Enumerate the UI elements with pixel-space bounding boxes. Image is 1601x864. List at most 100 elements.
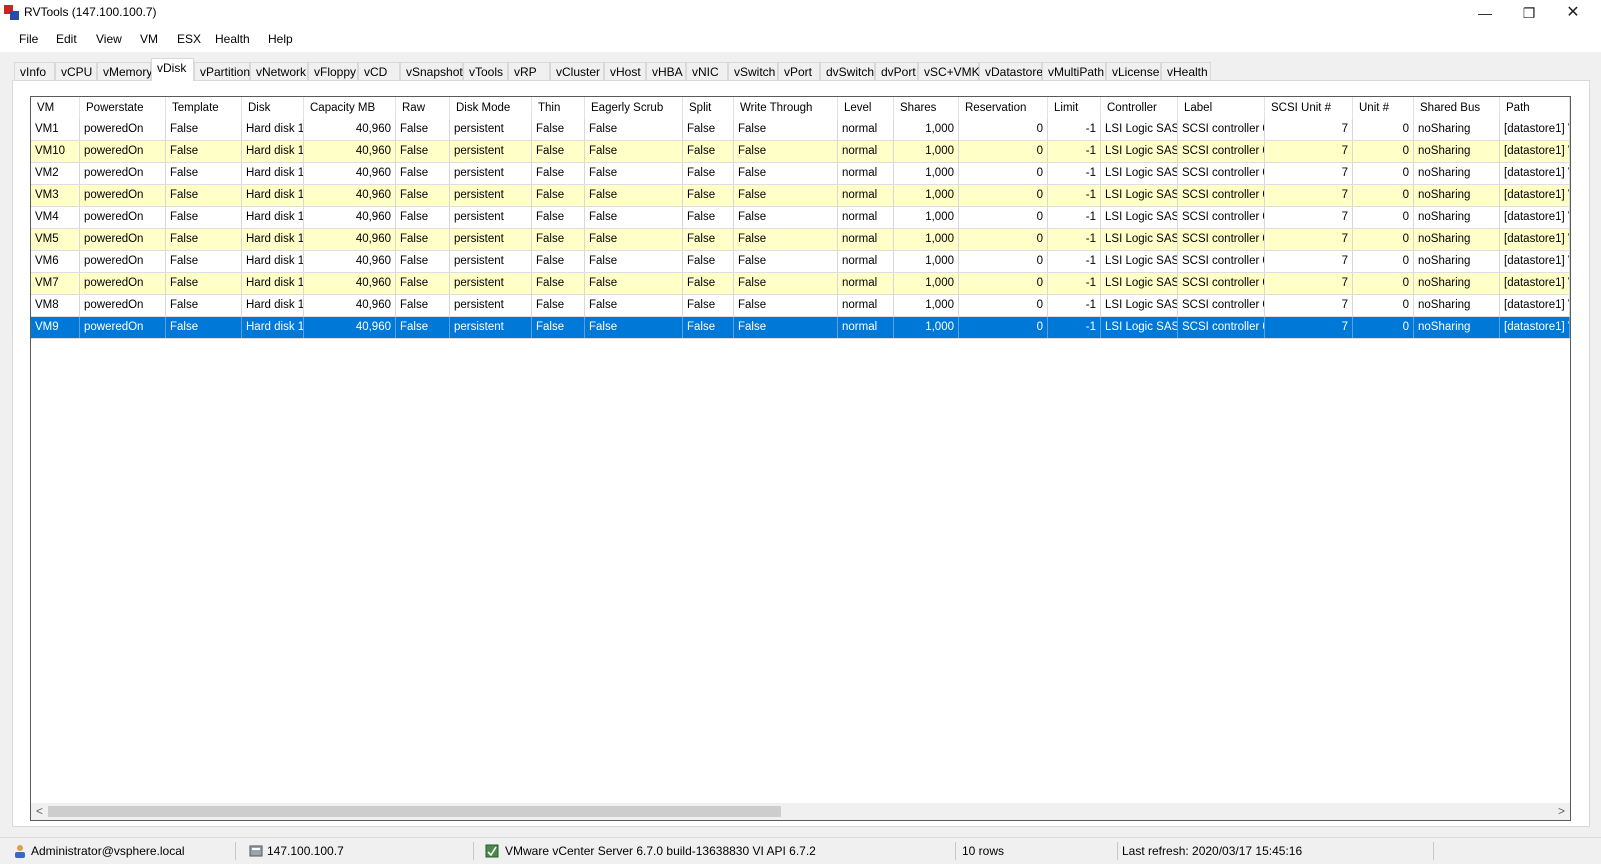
table-cell[interactable]: -1 [1048, 119, 1101, 140]
table-cell[interactable]: False [734, 317, 838, 338]
table-cell[interactable]: SCSI controller 0 [1178, 185, 1265, 206]
table-cell[interactable]: Hard disk 1 [242, 141, 304, 162]
tab-vhealth[interactable]: vHealth [1161, 62, 1211, 80]
table-cell[interactable]: SCSI controller 0 [1178, 229, 1265, 250]
menu-file[interactable]: File [19, 32, 38, 46]
table-cell[interactable]: 0 [959, 251, 1048, 272]
table-cell[interactable]: -1 [1048, 141, 1101, 162]
table-cell[interactable]: -1 [1048, 185, 1101, 206]
close-icon[interactable]: ✕ [1551, 0, 1595, 26]
tab-vnic[interactable]: vNIC [686, 62, 728, 80]
table-cell[interactable]: Hard disk 1 [242, 185, 304, 206]
scroll-right-icon[interactable]: > [1553, 803, 1570, 820]
table-cell[interactable]: 40,960 [304, 295, 396, 316]
table-cell[interactable]: LSI Logic SAS [1101, 295, 1178, 316]
table-row[interactable]: VM5 poweredOn False Hard disk 1 40,960 False p… [31, 229, 1570, 251]
table-cell[interactable]: noSharing [1414, 251, 1500, 272]
table-cell[interactable]: normal [838, 251, 894, 272]
table-cell[interactable]: noSharing [1414, 141, 1500, 162]
column-header[interactable]: VM [31, 97, 80, 119]
table-cell[interactable]: poweredOn [80, 229, 166, 250]
table-cell[interactable]: False [396, 185, 450, 206]
menu-edit[interactable]: Edit [56, 32, 77, 46]
table-cell[interactable]: False [396, 119, 450, 140]
table-cell[interactable]: False [585, 207, 683, 228]
tab-vswitch[interactable]: vSwitch [728, 62, 778, 80]
table-cell[interactable]: False [683, 141, 734, 162]
table-cell[interactable]: persistent [450, 229, 532, 250]
table-cell[interactable]: persistent [450, 251, 532, 272]
column-header[interactable]: Raw [396, 97, 450, 119]
table-cell[interactable]: False [532, 141, 585, 162]
table-cell[interactable]: 0 [1353, 295, 1414, 316]
table-cell[interactable]: SCSI controller 0 [1178, 251, 1265, 272]
table-cell[interactable]: persistent [450, 163, 532, 184]
table-cell[interactable]: False [585, 185, 683, 206]
column-header[interactable]: Path [1500, 97, 1570, 119]
table-cell[interactable]: False [734, 207, 838, 228]
table-cell[interactable]: 40,960 [304, 229, 396, 250]
table-cell[interactable]: 0 [1353, 141, 1414, 162]
table-cell[interactable]: LSI Logic SAS [1101, 251, 1178, 272]
table-row[interactable]: VM6 poweredOn False Hard disk 1 40,960 False p… [31, 251, 1570, 273]
table-cell[interactable]: False [532, 273, 585, 294]
table-cell[interactable]: poweredOn [80, 141, 166, 162]
menu-esx[interactable]: ESX [177, 32, 201, 46]
tab-vcd[interactable]: vCD [358, 62, 400, 80]
table-cell[interactable]: persistent [450, 141, 532, 162]
table-cell[interactable]: False [585, 273, 683, 294]
table-cell[interactable]: -1 [1048, 163, 1101, 184]
table-cell[interactable]: Hard disk 1 [242, 229, 304, 250]
table-cell[interactable]: VM4 [31, 207, 80, 228]
column-header[interactable]: Disk [242, 97, 304, 119]
table-cell[interactable]: False [585, 251, 683, 272]
table-cell[interactable]: False [683, 295, 734, 316]
table-cell[interactable]: VM9 [31, 317, 80, 338]
table-cell[interactable]: False [396, 251, 450, 272]
column-header[interactable]: Label [1178, 97, 1265, 119]
table-cell[interactable]: VM6 [31, 251, 80, 272]
table-cell[interactable]: False [396, 295, 450, 316]
table-cell[interactable]: 0 [959, 163, 1048, 184]
table-cell[interactable]: 0 [1353, 317, 1414, 338]
tab-vcluster[interactable]: vCluster [550, 62, 604, 80]
table-cell[interactable]: False [734, 229, 838, 250]
table-cell[interactable]: False [683, 251, 734, 272]
scrollbar-thumb[interactable] [48, 806, 781, 817]
table-cell[interactable]: False [585, 229, 683, 250]
table-cell[interactable]: False [532, 295, 585, 316]
table-cell[interactable]: VM5 [31, 229, 80, 250]
column-header[interactable]: Controller [1101, 97, 1178, 119]
table-cell[interactable]: 1,000 [894, 207, 959, 228]
table-cell[interactable]: 1,000 [894, 229, 959, 250]
table-cell[interactable]: Hard disk 1 [242, 273, 304, 294]
table-cell[interactable]: normal [838, 141, 894, 162]
table-cell[interactable]: False [166, 141, 242, 162]
tab-vrp[interactable]: vRP [508, 62, 550, 80]
column-header[interactable]: Shares [894, 97, 959, 119]
table-cell[interactable]: 40,960 [304, 119, 396, 140]
table-cell[interactable]: [datastore1] VM2/VM2.vmdk [1500, 163, 1570, 184]
column-header[interactable]: Write Through [734, 97, 838, 119]
table-cell[interactable]: normal [838, 295, 894, 316]
table-cell[interactable]: False [532, 317, 585, 338]
tab-dvswitch[interactable]: dvSwitch [820, 62, 875, 80]
table-cell[interactable]: normal [838, 119, 894, 140]
tab-vcpu[interactable]: vCPU [55, 62, 97, 80]
table-cell[interactable]: 1,000 [894, 273, 959, 294]
table-cell[interactable]: SCSI controller 0 [1178, 141, 1265, 162]
table-row[interactable]: VM9 poweredOn False Hard disk 1 40,960 False p… [31, 317, 1570, 339]
table-cell[interactable]: VM2 [31, 163, 80, 184]
table-cell[interactable]: SCSI controller 0 [1178, 317, 1265, 338]
table-cell[interactable]: False [683, 119, 734, 140]
table-cell[interactable]: noSharing [1414, 163, 1500, 184]
table-cell[interactable]: False [166, 229, 242, 250]
table-cell[interactable]: False [532, 185, 585, 206]
table-cell[interactable]: False [396, 141, 450, 162]
table-cell[interactable]: SCSI controller 0 [1178, 295, 1265, 316]
table-cell[interactable]: 40,960 [304, 251, 396, 272]
table-cell[interactable]: noSharing [1414, 317, 1500, 338]
table-cell[interactable]: 7 [1265, 141, 1353, 162]
table-cell[interactable]: normal [838, 163, 894, 184]
table-cell[interactable]: False [396, 317, 450, 338]
